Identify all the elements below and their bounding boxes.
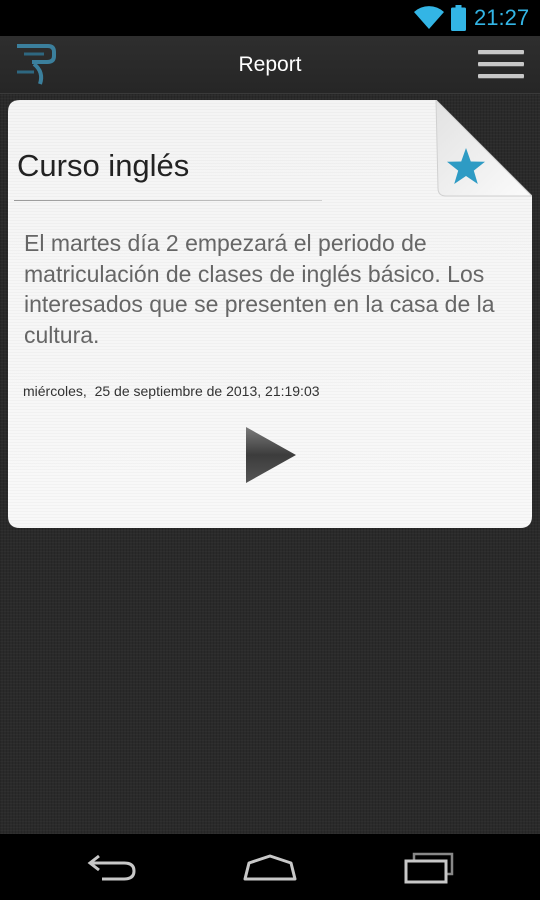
battery-icon bbox=[451, 5, 466, 31]
menu-button[interactable] bbox=[476, 48, 526, 82]
screen: 21:27 Report Curso inglés El martes día … bbox=[0, 0, 540, 900]
status-bar: 21:27 bbox=[0, 0, 540, 36]
card-date: miércoles, 25 de septiembre de 2013, 21:… bbox=[23, 383, 320, 399]
wifi-icon bbox=[414, 6, 444, 30]
card-body: El martes día 2 empezará el periodo de m… bbox=[24, 230, 495, 348]
card-title: Curso inglés bbox=[17, 148, 190, 183]
recent-apps-icon[interactable] bbox=[402, 852, 456, 884]
star-icon[interactable] bbox=[446, 147, 486, 185]
play-icon[interactable] bbox=[245, 426, 297, 484]
home-icon[interactable] bbox=[242, 854, 298, 882]
action-bar: Report bbox=[0, 36, 540, 94]
report-card[interactable]: Curso inglés El martes día 2 empezará el… bbox=[8, 100, 532, 528]
back-icon[interactable] bbox=[86, 854, 138, 882]
page-title: Report bbox=[238, 53, 302, 76]
status-time: 21:27 bbox=[474, 5, 530, 30]
title-divider bbox=[14, 200, 322, 201]
navigation-bar bbox=[0, 834, 540, 900]
